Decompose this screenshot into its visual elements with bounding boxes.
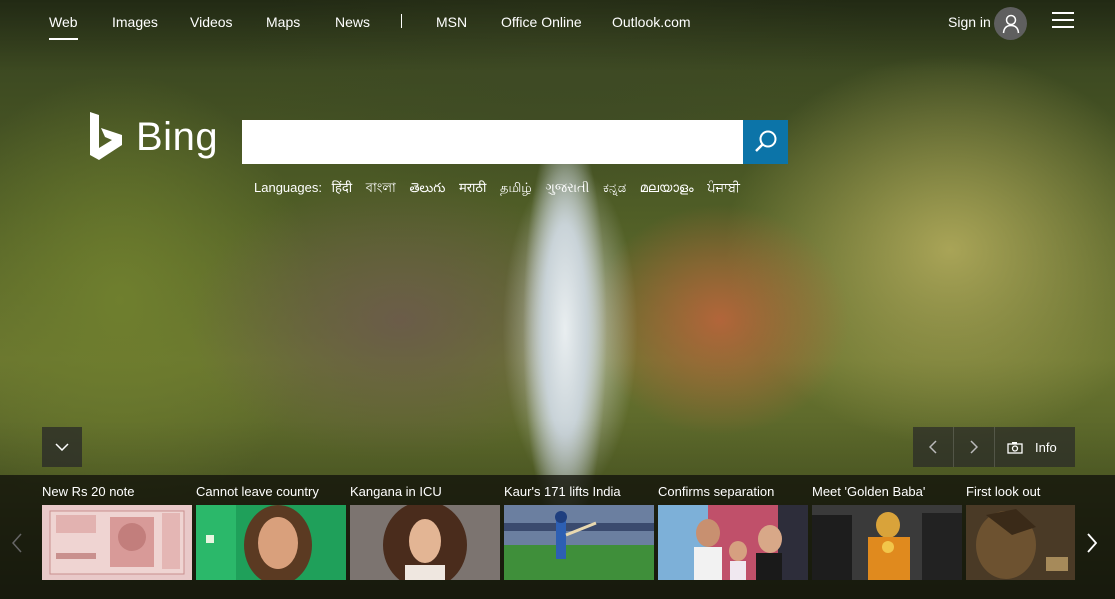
language-telugu[interactable]: తెలుగు	[409, 180, 445, 195]
user-icon	[1002, 14, 1019, 33]
news-item-rs20-note[interactable]: New Rs 20 note	[42, 475, 192, 585]
language-malayalam[interactable]: മലയാളം	[640, 180, 694, 195]
nav-office-online[interactable]: Office Online	[501, 14, 582, 30]
expand-button[interactable]	[42, 427, 82, 467]
news-title: New Rs 20 note	[42, 484, 135, 499]
nav-web[interactable]: Web	[49, 14, 78, 40]
image-controls: Info	[913, 427, 1075, 467]
nav-images[interactable]: Images	[112, 14, 158, 30]
news-thumbnail-golden-baba-crowd	[812, 505, 962, 580]
news-title: Meet 'Golden Baba'	[812, 484, 926, 499]
news-thumbnail-warrior-poster	[966, 505, 1075, 580]
camera-icon	[1007, 441, 1023, 454]
news-carousel: New Rs 20 note Cannot leave country Kang…	[0, 475, 1115, 599]
search-icon	[754, 130, 776, 152]
search-input[interactable]	[242, 120, 743, 164]
chevron-down-icon	[55, 443, 69, 451]
nav-msn[interactable]: MSN	[436, 14, 467, 30]
chevron-right-icon	[1087, 532, 1097, 553]
news-thumbnail-actress-portrait	[196, 505, 346, 580]
chevron-left-icon	[12, 533, 22, 552]
languages-bar: Languages: हिंदी বাংলা తెలుగు मराठी தமிழ…	[254, 178, 740, 200]
news-item-confirms-separation[interactable]: Confirms separation	[658, 475, 808, 585]
news-item-kangana-icu[interactable]: Kangana in ICU	[350, 475, 500, 585]
carousel-next-button[interactable]	[1075, 505, 1109, 580]
top-navigation: Web Images Videos Maps News MSN Office O…	[0, 0, 1115, 44]
menu-icon[interactable]	[1052, 12, 1074, 30]
nav-separator	[401, 14, 402, 28]
news-title: Confirms separation	[658, 484, 775, 499]
news-item-golden-baba[interactable]: Meet 'Golden Baba'	[812, 475, 962, 585]
info-label: Info	[1035, 439, 1057, 455]
news-title: Cannot leave country	[196, 484, 319, 499]
news-thumbnail-curly-hair-portrait	[350, 505, 500, 580]
languages-label: Languages:	[254, 180, 322, 195]
news-thumbnail-family-photo	[658, 505, 808, 580]
previous-image-button[interactable]	[913, 427, 953, 467]
info-button[interactable]: Info	[995, 440, 1057, 455]
language-punjabi[interactable]: ਪੰਜਾਬੀ	[707, 180, 740, 195]
next-image-button[interactable]	[954, 427, 994, 467]
news-title: Kangana in ICU	[350, 484, 442, 499]
language-marathi[interactable]: मराठी	[459, 180, 486, 195]
avatar[interactable]	[994, 7, 1027, 40]
news-item-kaur-171[interactable]: Kaur's 171 lifts India	[504, 475, 654, 585]
language-kannada[interactable]: ಕನ್ನಡ	[603, 180, 626, 195]
news-item-cannot-leave-country[interactable]: Cannot leave country	[196, 475, 346, 585]
language-gujarati[interactable]: ગુજરાતી	[545, 180, 589, 195]
language-bangla[interactable]: বাংলা	[366, 180, 396, 195]
nav-news[interactable]: News	[335, 14, 370, 30]
news-thumbnail-banknote	[42, 505, 192, 580]
nav-videos[interactable]: Videos	[190, 14, 233, 30]
chevron-left-icon	[929, 440, 937, 454]
language-hindi[interactable]: हिंदी	[332, 180, 353, 195]
bing-logo[interactable]: Bing	[88, 112, 218, 162]
news-title: First look out	[966, 484, 1041, 499]
search-button[interactable]	[743, 120, 788, 164]
news-title: Kaur's 171 lifts India	[504, 484, 621, 499]
nav-outlook[interactable]: Outlook.com	[612, 14, 691, 30]
news-thumbnail-cricket-batter	[504, 505, 654, 580]
sign-in-link[interactable]: Sign in	[948, 14, 991, 30]
bing-b-icon	[90, 112, 122, 160]
nav-maps[interactable]: Maps	[266, 14, 300, 30]
language-tamil[interactable]: தமிழ்	[500, 180, 532, 195]
chevron-right-icon	[970, 440, 978, 454]
bing-logo-text: Bing	[136, 114, 219, 159]
carousel-previous-button[interactable]	[0, 505, 34, 580]
